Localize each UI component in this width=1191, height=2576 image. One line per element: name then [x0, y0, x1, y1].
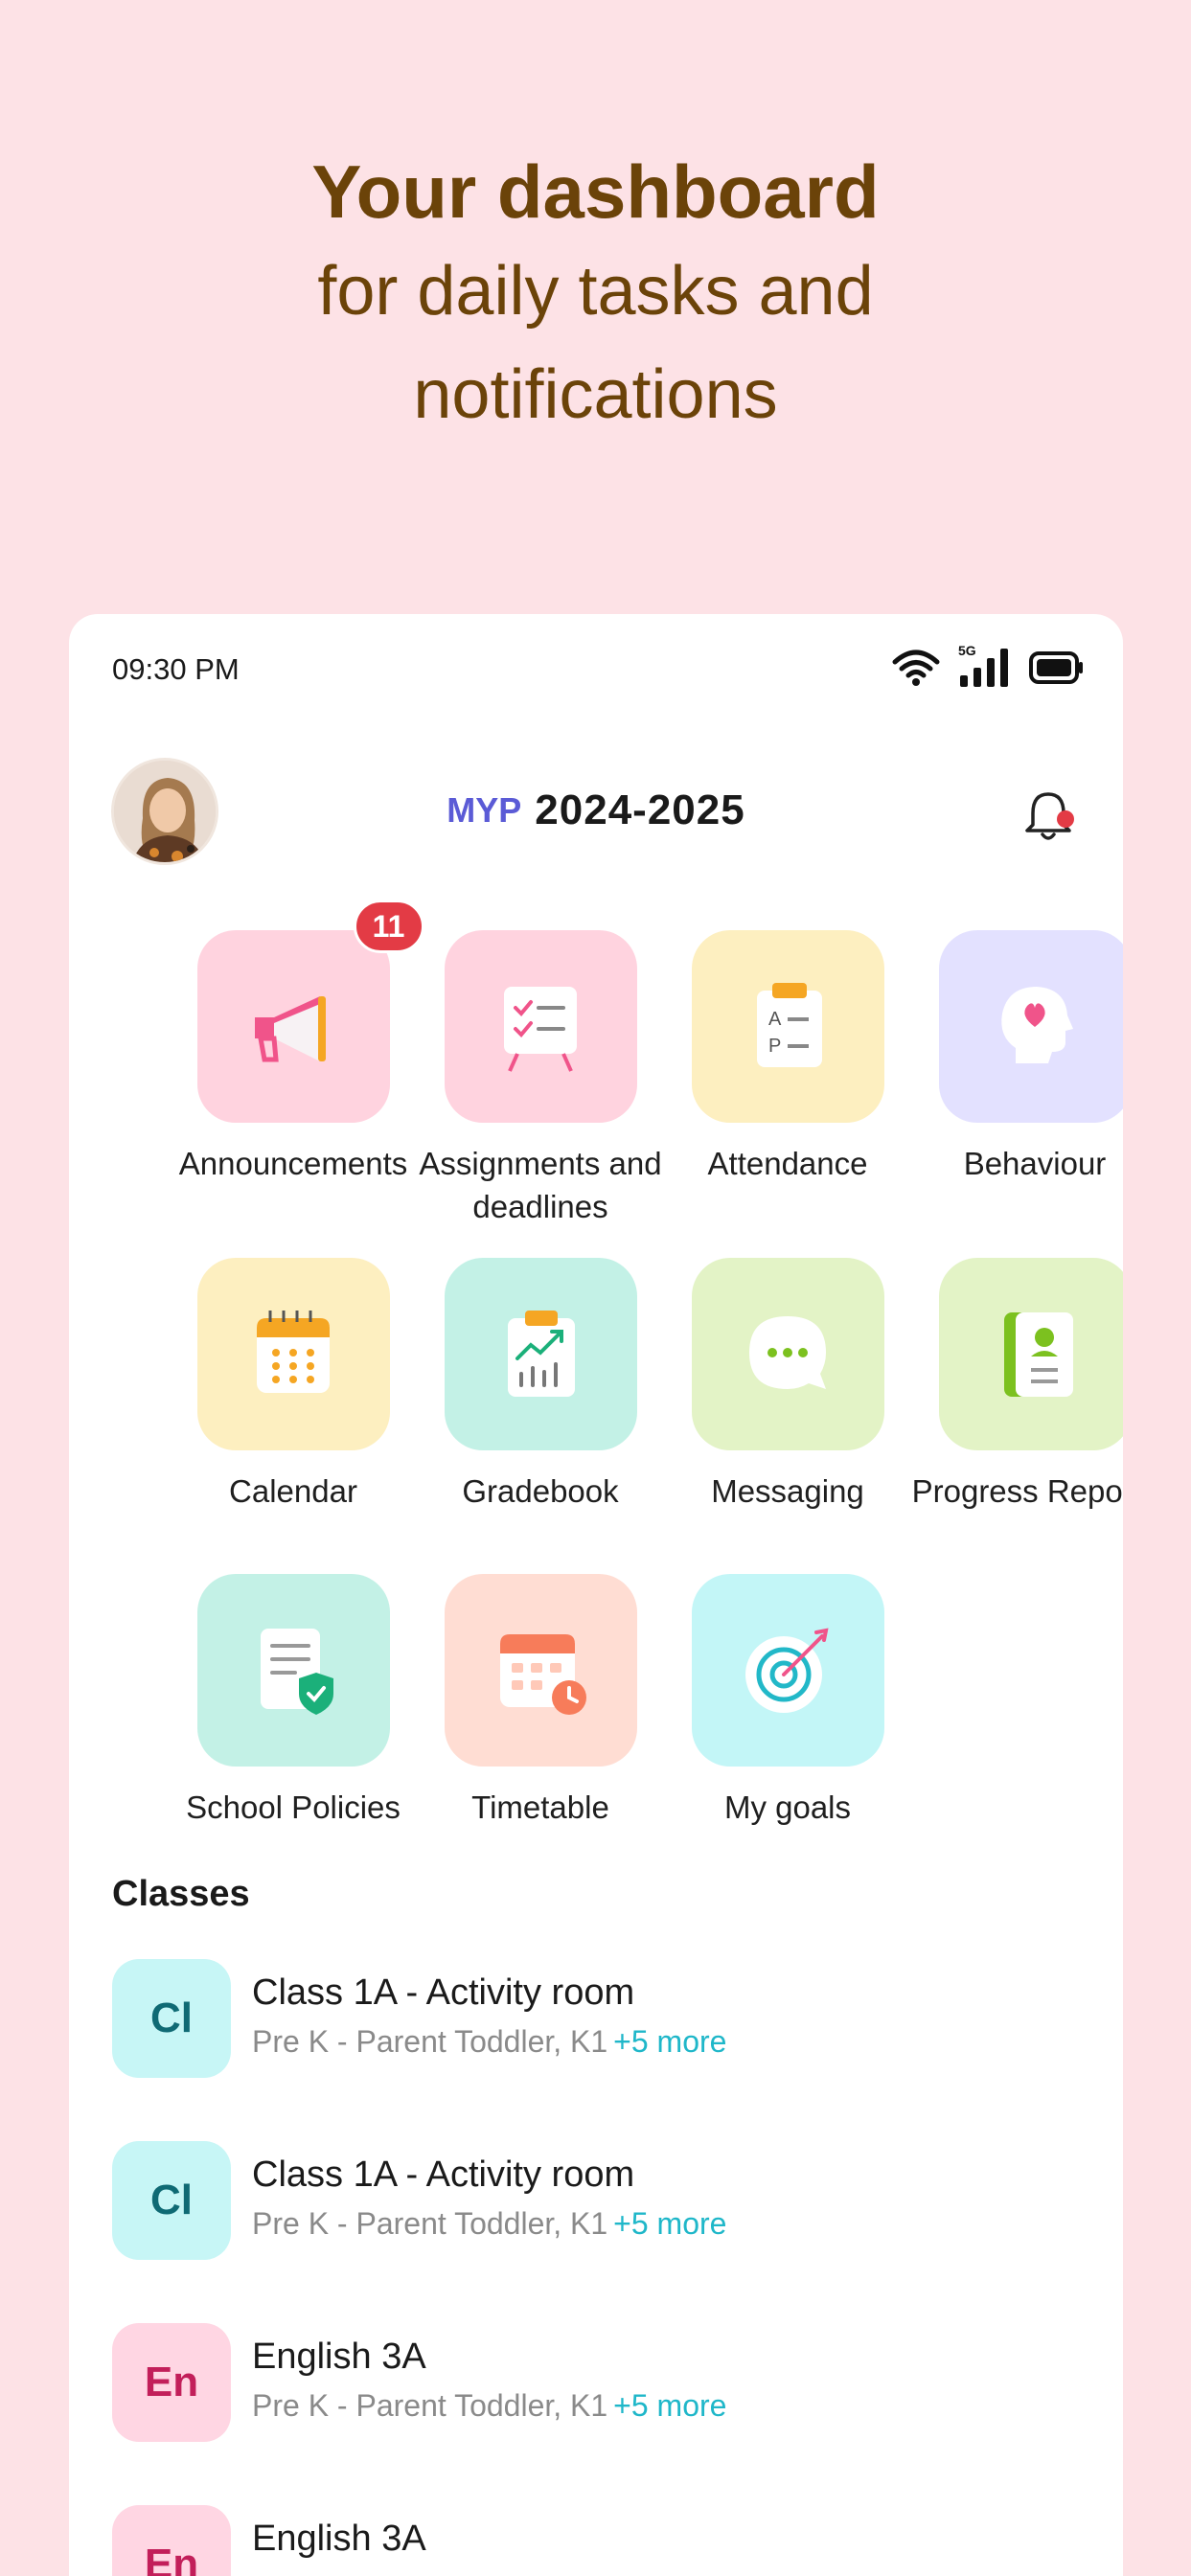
class-name: English 3A — [252, 2337, 426, 2377]
tile-label: My goals — [723, 1790, 852, 1825]
hero-title: Your dashboard — [311, 149, 880, 234]
class-row[interactable]: Cl Class 1A - Activity room Pre K - Pare… — [112, 1959, 1080, 2080]
hero: Your dashboard for daily tasks and notif… — [0, 144, 1191, 446]
dashboard-header: MYP 2024-2025 — [69, 758, 1123, 873]
head-heart-icon — [1001, 986, 1073, 1063]
class-name: Class 1A - Activity room — [252, 2154, 635, 2195]
tile-label: Calendar — [229, 1473, 357, 1509]
status-bar: 09:30 PM 5G — [69, 614, 1123, 729]
signal-icon: 5G — [958, 643, 1012, 689]
class-grades: Pre K - Parent Toddler, K1 +5 more — [252, 2206, 726, 2242]
checklist-board-icon — [504, 986, 577, 1072]
year-label: 2024-2025 — [535, 786, 745, 833]
tile-icon-bg — [196, 1574, 390, 1767]
chat-bubble-icon — [749, 1315, 826, 1389]
program-label: MYP — [447, 790, 522, 830]
tile-icon-bg — [444, 1258, 637, 1450]
tile-icon-bg: 11 — [196, 900, 424, 1123]
class-initials-avatar: Cl — [112, 1959, 231, 2078]
tile-icon-bg — [444, 1574, 637, 1767]
class-initials-avatar: Cl — [112, 2141, 231, 2260]
class-row[interactable]: En English 3A Pre K - Parent Toddler, K1… — [112, 2323, 1080, 2444]
gradebook-chart-icon — [508, 1310, 575, 1397]
more-grades-link[interactable]: +5 more — [613, 2024, 726, 2059]
tile-announcements[interactable]: 11 Announcements — [170, 900, 424, 1185]
phone-screen: 09:30 PM 5G MYP 2024-2025 11 Announcemen… — [69, 614, 1123, 2576]
class-grades-text: Pre K - Parent Toddler, K1 — [252, 2206, 608, 2241]
tile-gradebook[interactable]: Gradebook — [417, 1258, 664, 1513]
classes-heading: Classes — [112, 1874, 250, 1914]
class-initials-avatar: En — [112, 2505, 231, 2576]
tile-label: Messaging — [711, 1473, 864, 1509]
class-grades-text: Pre K - Parent Toddler, K1 — [252, 2388, 608, 2423]
svg-text:A: A — [768, 1009, 782, 1030]
class-grades-text: Pre K - Parent Toddler, K1 — [252, 2024, 608, 2059]
tile-behaviour[interactable]: Behaviour — [911, 930, 1123, 1185]
tile-school-policies[interactable]: School Policies — [170, 1574, 417, 1829]
more-grades-link[interactable]: +5 more — [613, 2206, 726, 2241]
timetable-clock-icon — [500, 1633, 586, 1715]
class-name: English 3A — [252, 2519, 426, 2559]
policy-shield-icon — [261, 1628, 333, 1715]
tile-icon-bg — [691, 1258, 884, 1450]
academic-year-selector[interactable]: MYP 2024-2025 — [69, 786, 1123, 834]
class-grades: Pre K - Parent Toddler, K1 +5 more — [252, 2388, 726, 2424]
tile-label: Attendance — [707, 1146, 868, 1181]
tile-icon-bg — [196, 1258, 390, 1450]
clipboard-ap-icon: A P — [757, 982, 822, 1067]
wifi-icon — [892, 650, 940, 686]
tile-label: School Policies — [186, 1790, 401, 1825]
tile-label: Progress Reports — [911, 1473, 1123, 1509]
hero-subtitle: for daily tasks and notifications — [317, 253, 874, 433]
tile-messaging[interactable]: Messaging — [664, 1258, 911, 1513]
bell-icon[interactable] — [1019, 786, 1077, 844]
tile-label: Assignments and deadlines — [419, 1146, 662, 1224]
tile-icon-bg — [938, 930, 1123, 1123]
notification-dot — [1057, 810, 1074, 828]
tile-attendance[interactable]: A P Attendance — [664, 930, 911, 1185]
more-grades-link[interactable]: +5 more — [613, 2388, 726, 2423]
tile-progress-reports[interactable]: Progress Reports — [911, 1258, 1123, 1513]
target-icon — [745, 1627, 829, 1713]
status-time: 09:30 PM — [112, 652, 240, 686]
class-initials-avatar: En — [112, 2323, 231, 2442]
tile-icon-bg — [691, 1574, 884, 1767]
tile-timetable[interactable]: Timetable — [417, 1574, 664, 1829]
class-row[interactable]: Cl Class 1A - Activity room Pre K - Pare… — [112, 2141, 1080, 2262]
tile-my-goals[interactable]: My goals — [664, 1574, 911, 1829]
class-row[interactable]: En English 3A — [112, 2505, 1080, 2576]
calendar-icon — [257, 1310, 330, 1393]
tile-icon-bg — [938, 1258, 1123, 1450]
status-icons: 5G — [891, 643, 1085, 689]
megaphone-icon — [255, 995, 326, 1061]
battery-icon — [1029, 651, 1083, 684]
tile-label: Announcements — [178, 1146, 408, 1181]
tile-assignments[interactable]: Assignments and deadlines — [417, 930, 664, 1228]
announcements-badge: 11 — [353, 900, 424, 953]
tile-icon-bg: A P — [691, 930, 884, 1123]
tile-calendar[interactable]: Calendar — [170, 1258, 417, 1513]
class-grades: Pre K - Parent Toddler, K1 +5 more — [252, 2024, 726, 2060]
tile-label: Behaviour — [963, 1146, 1107, 1181]
tile-label: Gradebook — [462, 1473, 619, 1509]
svg-text:P: P — [768, 1036, 781, 1057]
report-book-icon — [1004, 1311, 1073, 1397]
tile-icon-bg — [444, 930, 637, 1123]
class-name: Class 1A - Activity room — [252, 1972, 635, 2013]
tile-label: Timetable — [471, 1790, 609, 1825]
